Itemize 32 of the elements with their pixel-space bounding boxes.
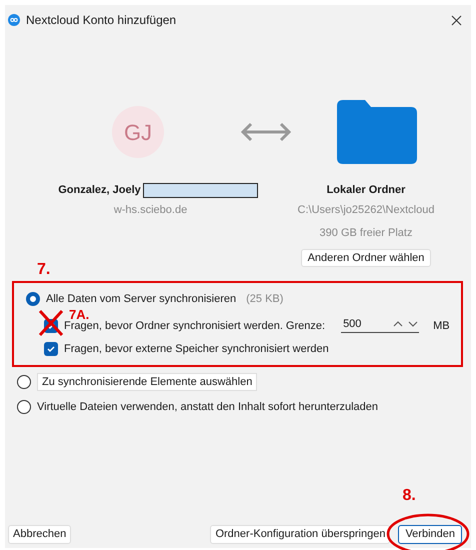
option-label: Fragen, bevor externe Speicher synchronisiert werden [64,342,329,357]
select-items-button[interactable]: Zu synchronisierende Elemente auswählen [37,373,258,391]
option-label: Alle Daten vom Server synchronisieren [46,292,236,307]
checkmark-icon [46,344,56,354]
folder-title: Lokaler Ordner [326,183,406,198]
spinner-arrows-icon[interactable] [393,320,420,328]
free-space: 390 GB freier Platz [320,226,412,240]
close-icon[interactable] [451,14,462,26]
folder-path: C:\Users\jo25262\Nextcloud [298,203,434,218]
connect-button[interactable]: Verbinden [398,524,462,544]
double-arrow-icon [241,121,291,143]
skip-button[interactable]: Ordner-Konfiguration überspringen [210,524,390,544]
avatar: GJ [112,106,164,158]
annotation-label: 7. [37,261,52,279]
annotation-label: 7A. [69,309,90,320]
option-label: Virtuelle Dateien verwenden, anstatt den Inhalt sofort herunterzuladen [37,400,378,415]
change-folder-button[interactable]: Anderen Ordner wählen [300,249,432,267]
radio-button[interactable] [17,400,31,414]
unit-label: MB [433,319,450,333]
checkbox[interactable] [44,342,58,356]
sync-size: (25 KB) [246,292,284,307]
option-label: Fragen, bevor Ordner synchronisiert werden. Grenze: [64,319,326,333]
app-logo-icon [8,14,20,26]
annotation-label: 8. [402,486,416,504]
server-host: w-hs.sciebo.de [112,203,188,218]
folder-icon [337,100,417,164]
radio-button[interactable] [17,375,31,389]
radio-button[interactable] [26,292,40,306]
account-name: Gonzalez, Joely [58,182,141,198]
window-title: Nextcloud Konto hinzufügen [26,12,176,29]
cancel-button[interactable]: Abbrechen [8,524,72,544]
checkmark-icon [46,321,56,331]
